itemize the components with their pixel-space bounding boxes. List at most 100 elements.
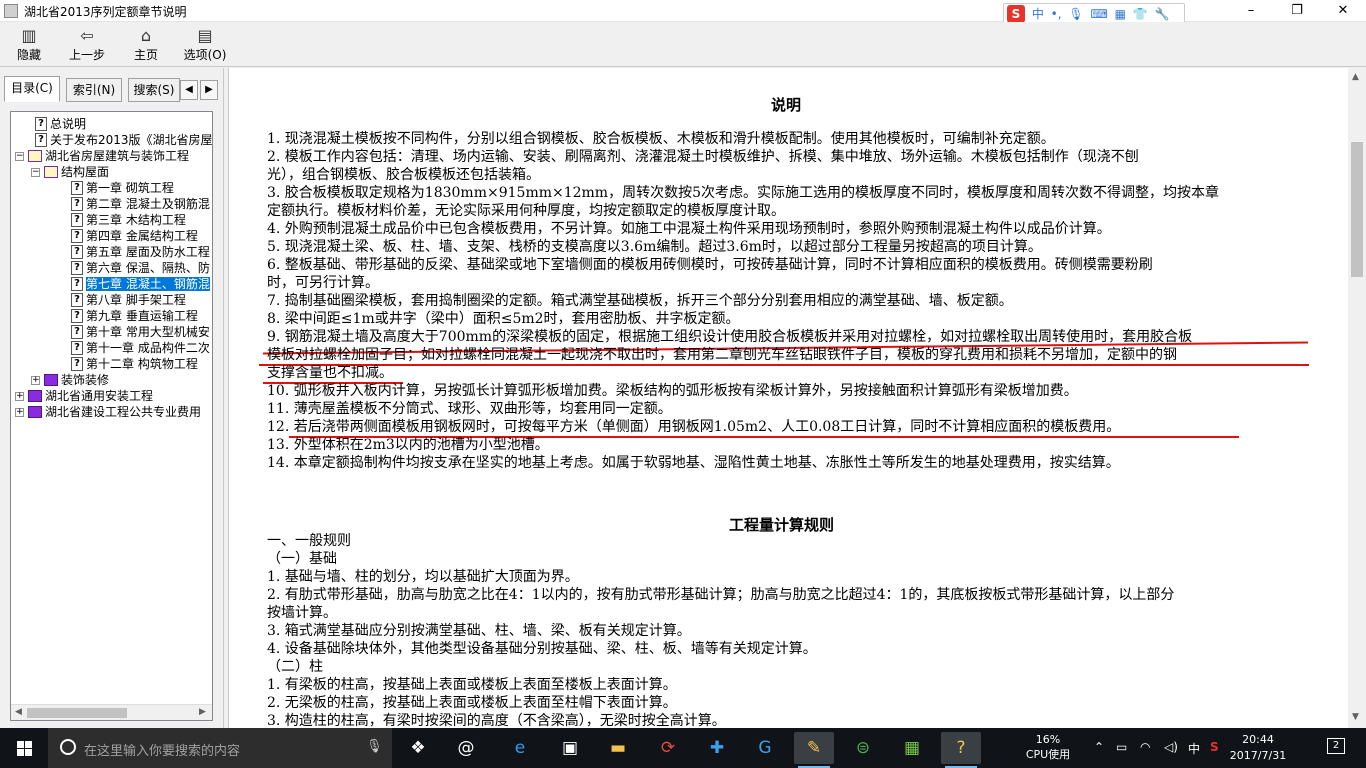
back-button[interactable]: ⇦ 上一步 <box>62 26 112 64</box>
tab-index[interactable]: 索引(N) <box>66 78 122 102</box>
scroll-thumb[interactable] <box>27 708 127 718</box>
scroll-right-icon[interactable]: ▶ <box>199 707 206 717</box>
book-icon <box>28 406 42 418</box>
app-calendar-icon[interactable]: ▦ <box>892 732 932 764</box>
doc-line: 8. 梁中间距≤1m或井字（梁中）面积≤5m2时，套用密肋板、井字板定额。 <box>267 311 740 327</box>
sogou-tray-icon[interactable]: S <box>1210 740 1219 754</box>
tree-item[interactable]: − 湖北省房屋建筑与装饰工程 <box>15 148 189 164</box>
restore-button[interactable]: ❐ <box>1274 0 1320 22</box>
contents-tree[interactable]: ◀ ▶ ? 总说明? 关于发布2013版《湖北省房屋 − 湖北省房屋建筑与装饰工程 − 结构… <box>10 111 213 721</box>
scroll-thumb[interactable] <box>1351 142 1363 277</box>
tree-item[interactable]: ? 第五章 屋面及防水工程 <box>71 244 210 260</box>
help-page-icon: ? <box>71 181 83 195</box>
book-icon <box>28 390 42 402</box>
tree-horizontal-scrollbar[interactable]: ◀ ▶ <box>11 704 212 720</box>
book-icon <box>44 374 58 386</box>
doc-line: 7. 捣制基础圈梁模板，套用捣制圈梁的定额。箱式满堂基础模板，拆开三个部分分别套… <box>267 293 1013 309</box>
mic-icon[interactable]: 🎙 <box>1068 4 1083 24</box>
help-page-icon: ? <box>71 293 83 307</box>
tree-item[interactable]: ? 第十章 常用大型机械安 <box>71 324 210 340</box>
help-page-icon: ? <box>71 357 83 371</box>
tree-item[interactable]: ? 第六章 保温、隔热、防 <box>71 260 210 276</box>
expand-icon[interactable]: + <box>15 408 24 417</box>
app-plus-icon[interactable]: ✚ <box>697 732 737 764</box>
title-bar: 湖北省2013序列定额章节说明 S 中 •, 🎙 ⌨ ▦ 👕 🔧 – ❐ ✕ <box>0 0 1366 25</box>
doc-line: 一、一般规则 <box>267 533 351 549</box>
doc-line: （二）柱 <box>267 659 323 675</box>
minimize-button[interactable]: – <box>1228 0 1274 22</box>
tools-icon[interactable]: ▦ <box>1115 4 1126 24</box>
app-green-icon[interactable]: ⊜ <box>843 732 883 764</box>
start-button[interactable] <box>0 728 48 768</box>
tree-item[interactable]: ? 第四章 金属结构工程 <box>71 228 198 244</box>
edge-browser-icon[interactable]: e <box>500 732 540 764</box>
app-g-icon[interactable]: G <box>745 732 785 764</box>
cpu-meter[interactable]: 16% CPU使用 <box>1020 732 1076 762</box>
taskbar-search-box[interactable]: 在这里输入你要搜索的内容 🎙 <box>48 728 392 768</box>
network-icon[interactable]: ▭ <box>1116 740 1127 754</box>
tree-item-label: 总说明 <box>50 117 87 131</box>
hide-button[interactable]: ▥ 隐藏 <box>4 26 54 64</box>
mic-icon[interactable]: 🎙 <box>366 739 383 754</box>
ime-lang-toggle[interactable]: 中 <box>1032 4 1044 24</box>
tree-item[interactable]: + 湖北省通用安装工程 <box>15 388 153 404</box>
options-button[interactable]: ▤ 选项(O) <box>180 26 230 64</box>
doc-line: 3. 箱式满堂基础应分别按满堂基础、柱、墙、梁、板有关规定计算。 <box>267 623 691 639</box>
volume-icon[interactable]: ◁) <box>1164 740 1178 754</box>
tree-item[interactable]: ? 第九章 垂直运输工程 <box>71 308 198 324</box>
scroll-up-icon[interactable]: ▲ <box>1352 72 1359 82</box>
task-view-icon[interactable]: ❖ <box>398 732 438 764</box>
store-icon[interactable]: ▣ <box>550 732 590 764</box>
notification-center-icon[interactable]: 2 <box>1327 738 1345 754</box>
wrench-icon[interactable]: 🔧 <box>1155 4 1170 24</box>
keyboard-icon[interactable]: ⌨ <box>1090 4 1107 24</box>
tree-item-label: 湖北省通用安装工程 <box>45 389 154 403</box>
file-explorer-icon[interactable]: ▬ <box>598 732 638 764</box>
tree-item[interactable]: ? 第十二章 构筑物工程 <box>71 356 198 372</box>
collapse-icon[interactable]: − <box>31 168 40 177</box>
cortana-icon <box>60 739 76 755</box>
doc-line: 13. 外型体积在2m3以内的池槽为小型池槽。 <box>267 437 549 453</box>
app-help-icon[interactable]: ? <box>941 732 981 768</box>
scroll-down-icon[interactable]: ▼ <box>1352 712 1359 722</box>
app-swirl-icon[interactable]: @ <box>446 732 486 764</box>
tab-scroll-left-icon[interactable]: ◀ <box>180 80 198 100</box>
doc-line: 2. 模板工作内容包括：清理、场内运输、安装、刷隔离剂、浇灌混凝土时模板维护、拆… <box>267 149 1139 165</box>
collapse-icon[interactable]: − <box>15 152 24 161</box>
tree-item[interactable]: ? 总说明 <box>35 116 86 132</box>
tree-item[interactable]: + 装饰装修 <box>31 372 109 388</box>
doc-line: 4. 外购预制混凝土成品价中已包含模板费用，不另计算。如施工中混凝土构件采用现场… <box>267 221 1111 237</box>
tree-item[interactable]: ? 第八章 脚手架工程 <box>71 292 186 308</box>
tab-search[interactable]: 搜索(S) <box>128 78 180 102</box>
chevron-up-icon[interactable]: ⌃ <box>1094 740 1104 754</box>
doc-line: 模板对拉螺栓加固子目；如对拉螺栓同混凝土一起现浇不取出时，套用第二章刨光车丝钻眼… <box>267 347 1177 363</box>
tab-contents[interactable]: 目录(C) <box>4 76 60 102</box>
home-button[interactable]: ⌂ 主页 <box>121 26 171 64</box>
tree-item[interactable]: + 湖北省建设工程公共专业费用 <box>15 404 201 420</box>
tree-item[interactable]: ? 第三章 木结构工程 <box>71 212 186 228</box>
tree-item[interactable]: ? 第十一章 成品构件二次 <box>71 340 210 356</box>
expand-icon[interactable]: + <box>15 392 24 401</box>
scroll-left-icon[interactable]: ◀ <box>15 707 22 717</box>
close-button[interactable]: ✕ <box>1320 0 1366 22</box>
shirt-icon[interactable]: 👕 <box>1133 4 1148 24</box>
help-page-icon: ? <box>71 229 83 243</box>
tree-item[interactable]: ? 第七章 混凝土、钢筋混 <box>71 276 210 292</box>
app-notebook-icon[interactable]: ✎ <box>794 732 834 768</box>
document-vertical-scrollbar[interactable]: ▲ ▼ <box>1348 68 1366 728</box>
ime-lang-indicator[interactable]: 中 <box>1188 740 1200 757</box>
sogou-logo-icon[interactable]: S <box>1007 5 1025 23</box>
dot-icon[interactable]: •, <box>1051 4 1062 24</box>
app-red-icon[interactable]: ⟳ <box>648 732 688 764</box>
tree-item[interactable]: ? 第二章 混凝土及钢筋混 <box>71 196 210 212</box>
tree-item[interactable]: ? 第一章 砌筑工程 <box>71 180 174 196</box>
tree-item[interactable]: − 结构屋面 <box>31 164 109 180</box>
doc-line: 2. 有肋式带形基础，肋高与肋宽之比在4：1以内的，按有肋式带形基础计算；肋高与… <box>267 587 1175 603</box>
expand-icon[interactable]: + <box>31 376 40 385</box>
document-view[interactable]: 说明 工程量计算规则 1. 现浇混凝土模板按不同构件，分别以组合钢模板、胶合板模… <box>228 68 1348 728</box>
wifi-icon[interactable]: ◠ <box>1140 740 1150 754</box>
windows-logo-icon <box>17 741 32 756</box>
tab-scroll-right-icon[interactable]: ▶ <box>200 80 218 100</box>
tree-item[interactable]: ? 关于发布2013版《湖北省房屋 <box>35 132 212 148</box>
clock[interactable]: 20:44 2017/7/31 <box>1228 732 1288 764</box>
